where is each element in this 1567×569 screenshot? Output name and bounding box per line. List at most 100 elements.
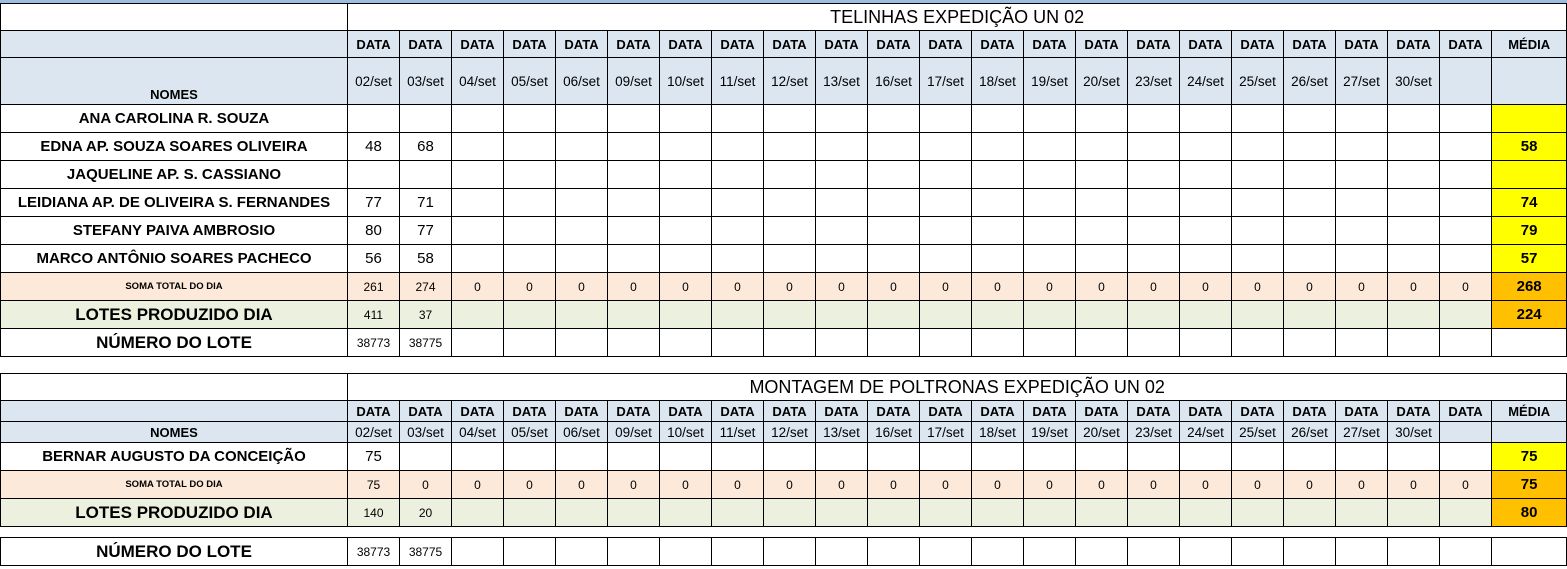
section1-date-cell[interactable] bbox=[1439, 57, 1492, 105]
section2-data-header[interactable]: DATA bbox=[1439, 400, 1492, 422]
section2-soma-value[interactable]: 0 bbox=[815, 470, 868, 499]
section1-lotes-empty[interactable] bbox=[1439, 300, 1492, 329]
section1-empty-cell[interactable] bbox=[815, 104, 868, 133]
section1-lotes-empty[interactable] bbox=[1387, 300, 1440, 329]
section1-empty-cell[interactable] bbox=[451, 132, 504, 161]
section1-date-cell[interactable]: 03/set bbox=[399, 57, 452, 105]
section2-lotes-empty[interactable] bbox=[1023, 498, 1076, 527]
section1-value-cell[interactable]: 48 bbox=[347, 132, 400, 161]
section2-soma-value[interactable]: 0 bbox=[1387, 470, 1440, 499]
section2-lotes-empty[interactable] bbox=[659, 498, 712, 527]
section2-soma-value[interactable]: 0 bbox=[1127, 470, 1180, 499]
section2-soma-value[interactable]: 0 bbox=[919, 470, 972, 499]
section1-empty-cell[interactable] bbox=[1335, 132, 1388, 161]
section1-date-cell[interactable]: 12/set bbox=[763, 57, 816, 105]
section1-empty-cell[interactable] bbox=[1023, 104, 1076, 133]
section2-empty-cell[interactable] bbox=[867, 442, 920, 471]
section1-lotes-empty[interactable] bbox=[451, 300, 504, 329]
section1-empty-cell[interactable] bbox=[1231, 132, 1284, 161]
section1-empty-cell[interactable] bbox=[503, 160, 556, 189]
section2-empty-cell[interactable] bbox=[607, 442, 660, 471]
section2-date-cell[interactable]: 06/set bbox=[555, 421, 608, 443]
section2-numero-empty[interactable] bbox=[1387, 537, 1440, 566]
section1-soma-value[interactable]: 0 bbox=[1439, 272, 1492, 301]
section2-numero-empty[interactable] bbox=[815, 537, 868, 566]
section1-empty-cell[interactable] bbox=[1283, 160, 1336, 189]
section1-soma-value[interactable]: 0 bbox=[711, 272, 764, 301]
section2-data-header[interactable]: DATA bbox=[1387, 400, 1440, 422]
section1-soma-value[interactable]: 0 bbox=[919, 272, 972, 301]
section2-lotes-empty[interactable] bbox=[503, 498, 556, 527]
section1-lotes-empty[interactable] bbox=[971, 300, 1024, 329]
section1-lotes-empty[interactable] bbox=[1335, 300, 1388, 329]
section1-empty-cell[interactable] bbox=[971, 188, 1024, 217]
section1-empty-cell[interactable] bbox=[867, 188, 920, 217]
section2-empty-cell[interactable] bbox=[1283, 442, 1336, 471]
section1-soma-value[interactable]: 0 bbox=[815, 272, 868, 301]
section2-lotes-empty[interactable] bbox=[1231, 498, 1284, 527]
section2-soma-value[interactable]: 0 bbox=[1231, 470, 1284, 499]
section1-lotes-empty[interactable] bbox=[1075, 300, 1128, 329]
section1-empty-cell[interactable] bbox=[1075, 188, 1128, 217]
section1-empty-cell[interactable] bbox=[919, 244, 972, 273]
section1-empty-cell[interactable] bbox=[1127, 160, 1180, 189]
section2-empty-cell[interactable] bbox=[659, 442, 712, 471]
section2-lotes-empty[interactable] bbox=[815, 498, 868, 527]
section2-date-cell[interactable]: 16/set bbox=[867, 421, 920, 443]
section1-date-cell[interactable]: 18/set bbox=[971, 57, 1024, 105]
section2-date-cell[interactable]: 12/set bbox=[763, 421, 816, 443]
section2-date-cell[interactable]: 10/set bbox=[659, 421, 712, 443]
section2-lotes-empty[interactable] bbox=[555, 498, 608, 527]
section1-empty-cell[interactable] bbox=[815, 188, 868, 217]
section1-empty-cell[interactable] bbox=[1231, 104, 1284, 133]
section1-soma-value[interactable]: 0 bbox=[1127, 272, 1180, 301]
section1-empty-cell[interactable] bbox=[1387, 132, 1440, 161]
section2-numero-empty[interactable] bbox=[1127, 537, 1180, 566]
section1-nomes-header[interactable]: NOMES bbox=[0, 57, 348, 105]
section1-date-cell[interactable]: 09/set bbox=[607, 57, 660, 105]
section2-person-name[interactable]: BERNAR AUGUSTO DA CONCEIÇÃO bbox=[0, 442, 348, 471]
section2-lotes-value[interactable]: 140 bbox=[347, 498, 400, 527]
section1-empty-cell[interactable] bbox=[607, 132, 660, 161]
section1-date-cell[interactable]: 04/set bbox=[451, 57, 504, 105]
section1-empty-cell[interactable] bbox=[971, 244, 1024, 273]
section1-numero-empty[interactable] bbox=[1387, 328, 1440, 357]
section2-media-header[interactable]: MÉDIA bbox=[1490, 400, 1567, 422]
section1-lotes-value[interactable]: 411 bbox=[347, 300, 400, 329]
section1-empty-cell[interactable] bbox=[1283, 188, 1336, 217]
section2-numero-empty[interactable] bbox=[555, 537, 608, 566]
section2-data-header[interactable]: DATA bbox=[555, 400, 608, 422]
section2-empty-cell[interactable] bbox=[503, 442, 556, 471]
section1-empty-cell[interactable] bbox=[763, 244, 816, 273]
section1-person-name[interactable]: ANA CAROLINA R. SOUZA bbox=[0, 104, 348, 133]
section2-numero-value[interactable]: 38775 bbox=[399, 537, 452, 566]
section1-empty-cell[interactable] bbox=[867, 160, 920, 189]
section1-value-cell[interactable] bbox=[347, 104, 400, 133]
section1-date-cell[interactable]: 06/set bbox=[555, 57, 608, 105]
section2-date-cell[interactable]: 27/set bbox=[1335, 421, 1388, 443]
section2-soma-value[interactable]: 0 bbox=[1075, 470, 1128, 499]
section1-soma-value[interactable]: 0 bbox=[659, 272, 712, 301]
section1-empty-cell[interactable] bbox=[1127, 132, 1180, 161]
section2-date-cell[interactable]: 05/set bbox=[503, 421, 556, 443]
section2-empty-cell[interactable] bbox=[711, 442, 764, 471]
section1-empty-cell[interactable] bbox=[607, 244, 660, 273]
section2-header-blank[interactable] bbox=[0, 400, 348, 422]
section2-empty-cell[interactable] bbox=[1023, 442, 1076, 471]
section2-data-header[interactable]: DATA bbox=[763, 400, 816, 422]
section1-media-blank[interactable] bbox=[1490, 57, 1567, 105]
section1-soma-value[interactable]: 0 bbox=[503, 272, 556, 301]
section1-empty-cell[interactable] bbox=[1283, 216, 1336, 245]
section1-data-header[interactable]: DATA bbox=[1439, 30, 1492, 58]
section1-date-cell[interactable]: 26/set bbox=[1283, 57, 1336, 105]
section1-average-cell[interactable]: 57 bbox=[1490, 244, 1567, 273]
section1-date-cell[interactable]: 24/set bbox=[1179, 57, 1232, 105]
section1-person-name[interactable]: JAQUELINE AP. S. CASSIANO bbox=[0, 160, 348, 189]
section1-lotes-label[interactable]: LOTES PRODUZIDO DIA bbox=[0, 300, 348, 329]
section1-empty-cell[interactable] bbox=[919, 160, 972, 189]
section1-value-cell[interactable] bbox=[399, 160, 452, 189]
section2-date-cell[interactable]: 03/set bbox=[399, 421, 452, 443]
section1-empty-cell[interactable] bbox=[1179, 244, 1232, 273]
section1-data-header[interactable]: DATA bbox=[451, 30, 504, 58]
section2-soma-value[interactable]: 0 bbox=[971, 470, 1024, 499]
